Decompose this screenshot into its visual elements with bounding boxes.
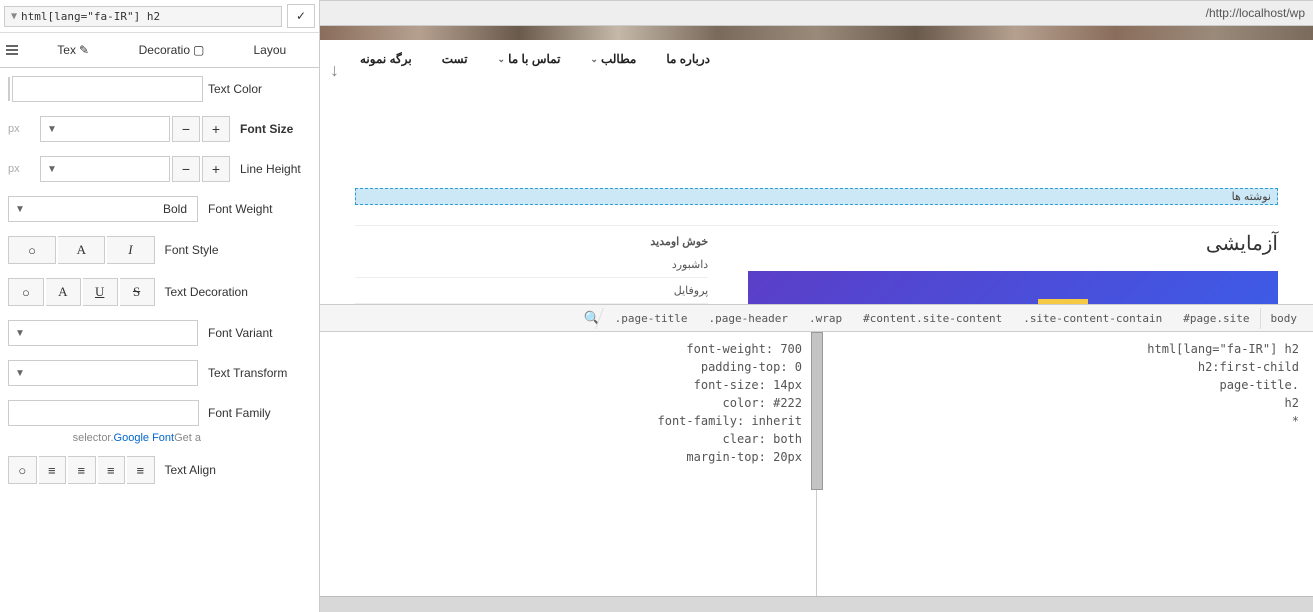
selected-element-h2[interactable]: نوشته ها <box>355 188 1278 205</box>
text-align-left[interactable]: ≡ <box>39 456 67 484</box>
label-font-variant: Font Variant <box>208 326 311 340</box>
crumb[interactable]: wrap. <box>798 308 852 329</box>
css-prop[interactable]: color: #222 <box>334 394 802 412</box>
header-image <box>320 26 1313 40</box>
text-align-justify[interactable]: ≡ <box>127 456 155 484</box>
crumb[interactable]: site-content-contain. <box>1012 308 1172 329</box>
nav-contact[interactable]: تماس با ما⌄ <box>498 52 561 66</box>
post-title: آزمایشی <box>748 231 1278 256</box>
font-size-increase[interactable]: + <box>202 116 230 142</box>
label-font-style: Font Style <box>165 243 312 257</box>
crumb[interactable]: body <box>1260 308 1308 329</box>
unit-px: px <box>8 163 30 175</box>
text-align-center[interactable]: ≡ <box>68 456 96 484</box>
css-prop[interactable]: margin-top: 20px <box>334 448 802 466</box>
text-decoration-strike[interactable]: S <box>120 278 155 306</box>
unit-px: px <box>8 123 30 135</box>
text-decoration-normal[interactable]: A <box>46 278 81 306</box>
box-icon: ▢ <box>193 43 204 57</box>
font-style-none[interactable]: ○ <box>8 236 56 264</box>
url-bar[interactable]: /http://localhost/wp <box>320 0 1313 26</box>
sidebar-link-dashboard[interactable]: داشبورد <box>355 252 708 278</box>
label-text-decoration: Text Decoration <box>165 285 312 299</box>
chevron-down-icon: ⌄ <box>590 54 598 65</box>
label-text-color: Text Color <box>208 82 311 96</box>
text-color-input[interactable] <box>12 76 203 102</box>
chevron-down-icon: ⌄ <box>498 54 506 65</box>
breadcrumb-bar: body page.site# site-content-contain. co… <box>320 304 1313 332</box>
label-text-transform: Text Transform <box>208 366 311 380</box>
nav-about[interactable]: درباره ما <box>666 52 710 66</box>
crumb[interactable]: page.site# <box>1172 308 1259 329</box>
horizontal-scrollbar[interactable] <box>320 596 1313 612</box>
google-font-link[interactable]: Google Font <box>114 432 175 444</box>
font-size-decrease[interactable]: − <box>172 116 200 142</box>
selector-item[interactable]: html[lang="fa-IR"] h2 <box>831 340 1299 358</box>
crumb[interactable]: page-title. <box>604 308 698 329</box>
css-prop[interactable]: font-size: 14px <box>334 376 802 394</box>
selector-input[interactable]: ▼ html[lang="fa-IR"] h2 <box>4 6 282 27</box>
eyedropper-icon: ✎ <box>79 43 89 57</box>
selector-item[interactable]: page-title. <box>831 376 1299 394</box>
selector-list-panel: html[lang="fa-IR"] h2 h2:first-child pag… <box>816 332 1313 596</box>
main-nav: درباره ما مطالب⌄ تماس با ما⌄ تست برگه نم… <box>320 40 1313 78</box>
css-properties-panel: font-weight: 700 padding-top: 0 font-siz… <box>320 332 816 596</box>
line-height-increase[interactable]: + <box>202 156 230 182</box>
font-hint: selector.Google FontGet a <box>8 432 311 444</box>
nav-sample[interactable]: برگه نمونه <box>360 52 412 66</box>
css-prop[interactable]: font-weight: 700 <box>334 340 802 358</box>
selector-item[interactable]: h2 <box>831 394 1299 412</box>
css-prop[interactable]: font-family: inherit <box>334 412 802 430</box>
scroll-down-icon[interactable]: ↓ <box>330 60 339 81</box>
text-color-swatch[interactable] <box>8 77 10 101</box>
tab-layout[interactable]: Layou <box>225 39 315 61</box>
menu-icon[interactable] <box>4 43 20 57</box>
post-featured-image: 字A <box>748 271 1278 304</box>
tab-text[interactable]: Tex✎ <box>28 39 118 61</box>
text-align-none[interactable]: ○ <box>8 456 37 484</box>
nav-posts[interactable]: مطالب⌄ <box>590 52 636 66</box>
label-font-family: Font Family <box>208 406 311 420</box>
sidebar-welcome: خوش اومدید <box>355 231 708 252</box>
crumb[interactable]: page-header. <box>698 308 798 329</box>
tab-decoration[interactable]: Decoratio▢ <box>126 39 216 61</box>
apply-selector-button[interactable]: ✓ <box>287 4 315 28</box>
line-height-input[interactable]: ▼ <box>40 156 170 182</box>
text-decoration-underline[interactable]: U <box>83 278 118 306</box>
selector-item[interactable]: * <box>831 412 1299 430</box>
text-align-right[interactable]: ≡ <box>98 456 126 484</box>
crumb[interactable]: content.site-content# <box>852 308 1012 329</box>
scrollbar[interactable] <box>811 332 823 490</box>
font-style-italic[interactable]: I <box>107 236 154 264</box>
font-style-normal[interactable]: A <box>58 236 105 264</box>
css-prop[interactable]: clear: both <box>334 430 802 448</box>
caret-icon: ▼ <box>11 11 17 22</box>
sidebar-link-profile[interactable]: پروفایل <box>355 278 708 304</box>
nav-test[interactable]: تست <box>442 52 468 66</box>
text-decoration-none[interactable]: ○ <box>8 278 44 306</box>
font-family-input[interactable] <box>8 400 199 426</box>
line-height-decrease[interactable]: − <box>172 156 200 182</box>
font-size-input[interactable]: ▼ <box>40 116 170 142</box>
label-font-weight: Font Weight <box>208 202 311 216</box>
label-line-height: Line Height <box>240 162 311 176</box>
label-font-size: Font Size <box>240 122 311 136</box>
css-prop[interactable]: padding-top: 0 <box>334 358 802 376</box>
font-variant-select[interactable]: ▼ <box>8 320 198 346</box>
text-transform-select[interactable]: ▼ <box>8 360 198 386</box>
selector-text: html[lang="fa-IR"] h2 <box>21 10 160 23</box>
selector-item[interactable]: h2:first-child <box>831 358 1299 376</box>
label-text-align: Text Align <box>165 463 312 477</box>
font-weight-select[interactable]: ▼Bold <box>8 196 198 222</box>
